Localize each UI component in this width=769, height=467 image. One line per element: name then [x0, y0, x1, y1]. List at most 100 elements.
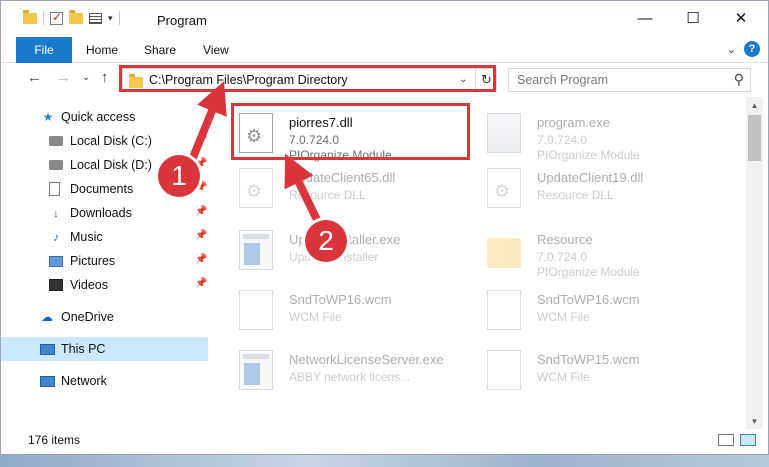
file-name: UpdateClient65.dll: [289, 170, 396, 185]
pin-icon[interactable]: 📌: [195, 278, 207, 289]
large-icons-view-icon[interactable]: [740, 434, 756, 446]
dll-file-icon: [239, 168, 273, 208]
step-badge-1: 1: [158, 155, 200, 197]
desktop-background: [0, 455, 769, 467]
tab-home[interactable]: Home: [86, 37, 118, 63]
details-view-icon[interactable]: [718, 434, 734, 446]
file-item-sndtowp16-wcm[interactable]: SndToWP16.wcm WCM File: [231, 284, 476, 342]
ribbon-controls: ⌄ ?: [727, 41, 760, 57]
exe-file-icon: [239, 350, 273, 390]
new-folder-icon[interactable]: [69, 9, 83, 24]
minimize-button[interactable]: —: [622, 1, 668, 35]
navigation-pane: ★ Quick access Local Disk (C:) 📌 Local D…: [1, 99, 211, 429]
sidebar-item-onedrive[interactable]: ☁ OneDrive: [1, 305, 208, 329]
file-name: Resource: [537, 232, 593, 247]
quick-access-toolbar: ▾: [23, 9, 120, 25]
file-name: program.exe: [537, 115, 610, 130]
file-item-sndtowp15-wcm[interactable]: SndToWP15.wcm WCM File: [479, 344, 724, 402]
status-bar: 176 items: [1, 429, 768, 451]
window-title: Program: [157, 13, 207, 28]
scrollbar-thumb[interactable]: [748, 115, 761, 161]
pin-icon[interactable]: 📌: [195, 206, 207, 217]
properties-check-icon[interactable]: [50, 10, 63, 25]
blank-file-icon: [239, 290, 273, 330]
sidebar-item-pictures[interactable]: Pictures 📌: [1, 249, 208, 273]
help-icon[interactable]: ?: [744, 41, 760, 57]
tab-share[interactable]: Share: [144, 37, 176, 63]
file-name: UpdateClient19.dll: [537, 170, 644, 185]
sidebar-item-label: Music: [70, 230, 103, 244]
sidebar-item-downloads[interactable]: ↓ Downloads 📌: [1, 201, 208, 225]
sidebar-item-label: Videos: [70, 278, 108, 292]
file-description: PIOrganize Module: [537, 148, 640, 162]
file-item-sndtowp16-wcm-2[interactable]: SndToWP16.wcm WCM File: [479, 284, 724, 342]
videos-icon: [49, 278, 63, 292]
star-icon: ★: [42, 110, 54, 124]
file-item-networklicenseserver-exe[interactable]: NetworkLicenseServer.exe ABBY network li…: [231, 344, 476, 402]
sidebar-item-label: Local Disk (D:): [70, 158, 152, 172]
pin-icon[interactable]: 📌: [195, 230, 207, 241]
file-description: PIOrganize Module: [537, 265, 640, 279]
file-description: Resource DLL: [289, 188, 366, 202]
search-input[interactable]: [517, 73, 717, 87]
network-icon: [40, 374, 55, 388]
sidebar-item-music[interactable]: ♪ Music 📌: [1, 225, 208, 249]
sidebar-item-quick-access[interactable]: ★ Quick access: [1, 105, 208, 129]
disk-icon: [49, 134, 63, 148]
expand-ribbon-chevron-icon[interactable]: ⌄: [727, 43, 736, 56]
file-highlight: [231, 103, 470, 160]
download-icon: ↓: [53, 206, 59, 220]
file-item-resource-folder[interactable]: Resource 7.0.724.0 PIOrganize Module: [479, 224, 724, 282]
ribbon-tabs: File Home Share View ⌄ ?: [1, 37, 768, 63]
vertical-scrollbar[interactable]: ▲ ▼: [746, 97, 763, 430]
pin-icon[interactable]: 📌: [195, 134, 207, 145]
blank-file-icon: [487, 290, 521, 330]
search-box[interactable]: ⚲: [508, 68, 751, 92]
file-item-program-exe[interactable]: program.exe 7.0.724.0 PIOrganize Module: [479, 107, 724, 165]
forward-arrow-icon[interactable]: →: [56, 69, 71, 86]
file-description: WCM File: [537, 310, 590, 324]
file-name: SndToWP16.wcm: [537, 292, 640, 307]
search-icon[interactable]: ⚲: [734, 71, 744, 88]
file-item-updateinstaller-exe[interactable]: UpdateInstaller.exe Updates installer: [231, 224, 476, 282]
address-bar-highlight: [119, 65, 496, 92]
sidebar-item-label: This PC: [61, 342, 106, 356]
customize-toolbar-dropdown-icon[interactable]: ▾: [108, 13, 113, 24]
file-description: Resource DLL: [537, 188, 614, 202]
folder-icon: [487, 238, 521, 268]
properties-list-icon[interactable]: [89, 12, 102, 24]
document-icon: [49, 182, 63, 196]
sidebar-item-label: Quick access: [61, 110, 136, 124]
scroll-up-icon[interactable]: ▲: [746, 97, 763, 114]
tab-file[interactable]: File: [16, 37, 72, 63]
sidebar-item-network[interactable]: Network: [1, 369, 208, 393]
tab-view[interactable]: View: [203, 37, 229, 63]
pictures-icon: [49, 254, 63, 268]
exe-file-icon: [239, 230, 273, 270]
folder-icon: [23, 9, 37, 24]
sidebar-item-local-disk-c[interactable]: Local Disk (C:) 📌: [1, 129, 208, 153]
file-name: NetworkLicenseServer.exe: [289, 352, 444, 367]
sidebar-item-label: Pictures: [70, 254, 116, 268]
program-file-icon: [487, 113, 521, 153]
scroll-down-icon[interactable]: ▼: [746, 413, 763, 430]
cloud-icon: ☁: [41, 310, 53, 324]
up-arrow-icon[interactable]: ↑: [101, 69, 109, 86]
sidebar-item-videos[interactable]: Videos 📌: [1, 273, 208, 297]
file-item-updateclient65-dll[interactable]: UpdateClient65.dll Resource DLL: [231, 162, 476, 220]
close-button[interactable]: ✕: [718, 1, 764, 35]
maximize-button[interactable]: ☐: [670, 1, 716, 35]
sidebar-item-this-pc[interactable]: This PC: [1, 337, 208, 361]
sidebar-item-label: Documents: [70, 182, 134, 196]
dll-file-icon: [487, 168, 521, 208]
back-arrow-icon[interactable]: ←: [27, 69, 42, 86]
step-badge-2: 2: [305, 220, 347, 262]
file-item-updateclient19-dll[interactable]: UpdateClient19.dll Resource DLL: [479, 162, 724, 220]
file-version: 7.0.724.0: [537, 250, 588, 264]
file-name: SndToWP15.wcm: [537, 352, 640, 367]
sidebar-item-label: Local Disk (C:): [70, 134, 152, 148]
recent-locations-chevron-icon[interactable]: ⌄: [82, 72, 90, 83]
pin-icon[interactable]: 📌: [195, 254, 207, 265]
toolbar-divider: [118, 11, 120, 25]
music-icon: ♪: [53, 230, 59, 244]
